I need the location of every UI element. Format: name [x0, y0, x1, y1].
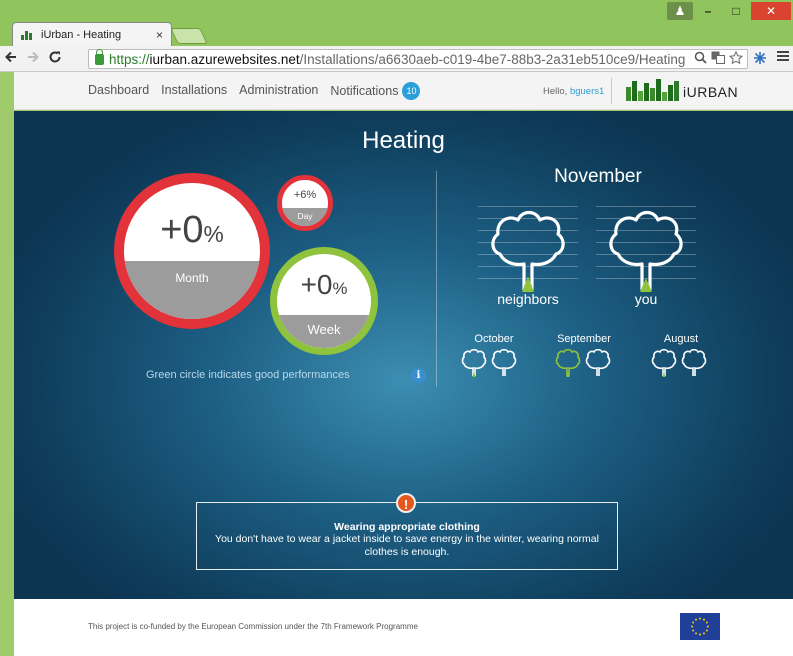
eu-flag-icon [680, 613, 720, 640]
window-controls: ♟ – □ ✕ [667, 2, 791, 20]
nav-dashboard[interactable]: Dashboard [88, 83, 149, 101]
site-header: Dashboard Installations Administration N… [14, 72, 793, 110]
history-month-october: October [474, 333, 514, 345]
tree-small-icon [585, 348, 611, 376]
extension-icon[interactable] [752, 50, 768, 70]
tree-small-icon [461, 348, 487, 377]
day-value: +6% [293, 189, 317, 201]
month-label: Month [124, 261, 260, 319]
section-divider [436, 171, 437, 387]
nav-notifications-label: Notifications [330, 84, 399, 98]
window-user-icon[interactable]: ♟ [667, 2, 693, 20]
address-bar[interactable]: https://iurban.azurewebsites.net/Install… [88, 48, 748, 69]
day-label: Day [282, 208, 328, 226]
tree-small-icon [681, 348, 707, 376]
day-circle[interactable]: +6% Day [277, 175, 333, 231]
translate-icon[interactable] [711, 51, 725, 67]
web-page: Dashboard Installations Administration N… [14, 72, 793, 656]
nav-installations[interactable]: Installations [161, 83, 227, 101]
reload-icon[interactable] [44, 50, 66, 68]
back-arrow-icon[interactable] [0, 50, 22, 68]
performance-legend: Green circle indicates good performances [146, 369, 350, 381]
browser-toolbar: https://iurban.azurewebsites.net/Install… [0, 46, 793, 72]
you-label: you [634, 291, 658, 307]
history-trees-october [461, 348, 517, 378]
history-month-august: August [663, 333, 699, 345]
month-value: +0% [124, 209, 260, 252]
heating-dashboard: Heating +0% Month +6% Day +0% Week Green… [14, 111, 793, 599]
omnibox-icons [694, 50, 744, 67]
logo-bars-icon [626, 79, 679, 101]
history-trees-september [555, 348, 611, 378]
week-value-number: +0 [300, 269, 333, 300]
close-window-button[interactable]: ✕ [751, 2, 791, 20]
forward-arrow-icon[interactable] [22, 50, 44, 68]
url-path: /Installations/a6630aeb-c019-4be7-88b3-2… [299, 51, 686, 67]
tip-title: Wearing appropriate clothing [334, 521, 480, 533]
url-scheme: https:// [109, 51, 150, 67]
zoom-icon[interactable] [694, 51, 707, 67]
neighbors-label: neighbors [497, 291, 559, 307]
site-footer: This project is co-funded by the Europea… [14, 599, 793, 656]
url-host: iurban.azurewebsites.net [149, 51, 300, 67]
tip-body: You don't have to wear a jacket inside t… [215, 533, 599, 558]
logo-text: iURBAN [683, 84, 739, 100]
tab-close-icon[interactable]: × [156, 28, 163, 42]
page-title: Heating [362, 127, 445, 154]
month-circle[interactable]: +0% Month [114, 173, 270, 329]
month-value-number: +0 [160, 209, 204, 251]
history-trees-august [651, 348, 707, 378]
browser-menu-icon[interactable] [776, 49, 790, 67]
week-value: +0% [277, 269, 371, 301]
new-tab-button[interactable] [170, 28, 208, 44]
week-value-unit: % [332, 279, 348, 298]
favicon-icon [21, 30, 35, 40]
alert-icon: ! [396, 493, 416, 513]
notification-count-badge: 10 [402, 82, 421, 100]
tree-small-icon [555, 348, 581, 377]
header-divider [611, 78, 612, 104]
user-greeting: Hello, bguers1 [543, 86, 604, 97]
username-link[interactable]: bguers1 [570, 86, 604, 97]
week-circle[interactable]: +0% Week [270, 247, 378, 355]
info-icon[interactable]: i [411, 368, 426, 383]
minimize-button[interactable]: – [695, 2, 721, 20]
comparison-month-title: November [554, 166, 642, 187]
lock-icon [95, 48, 104, 65]
tree-small-icon [491, 348, 517, 376]
main-nav: Dashboard Installations Administration N… [88, 82, 421, 101]
greeting-prefix: Hello, [543, 86, 570, 97]
maximize-button[interactable]: □ [723, 2, 749, 20]
tree-large-icon [609, 210, 683, 292]
iurban-logo[interactable]: iURBAN [626, 79, 738, 101]
nav-administration[interactable]: Administration [239, 83, 318, 101]
browser-chrome: iUrban - Heating × ♟ – □ ✕ https://iurba… [0, 0, 793, 72]
tree-small-icon [651, 348, 677, 377]
history-month-september: September [557, 333, 611, 345]
week-label: Week [277, 315, 371, 348]
month-value-unit: % [203, 221, 224, 247]
bookmark-star-icon[interactable] [728, 50, 744, 67]
energy-tip-box: ! Wearing appropriate clothing You don't… [196, 493, 618, 570]
browser-tab[interactable]: iUrban - Heating × [12, 22, 172, 46]
tab-title: iUrban - Heating [41, 28, 122, 41]
tree-large-icon [491, 210, 565, 292]
footer-funding-text: This project is co-funded by the Europea… [88, 622, 418, 631]
nav-notifications[interactable]: Notifications 10 [330, 82, 421, 101]
